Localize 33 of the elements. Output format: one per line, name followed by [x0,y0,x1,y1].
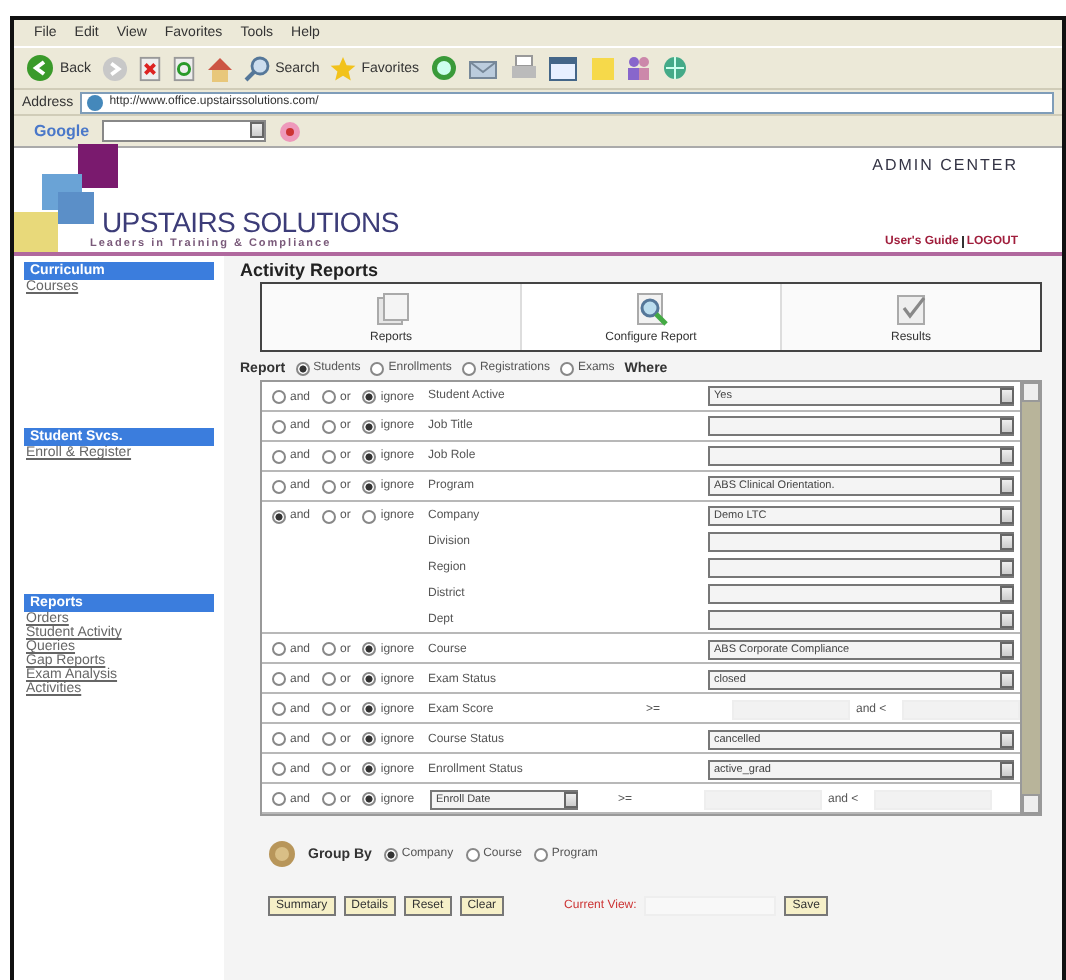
filter-dropdown[interactable] [708,558,1014,579]
document-icon [373,291,409,327]
logo-text: UPSTAIRS SOLUTIONS [102,206,399,238]
coin-icon [268,840,296,868]
filter-dropdown[interactable] [708,446,1014,467]
stop-icon[interactable] [137,55,162,81]
filter-dropdown[interactable] [708,584,1014,605]
search-icon [243,55,270,81]
checklist-icon [893,291,929,327]
mail-icon[interactable] [467,55,500,81]
scrollbar[interactable] [1020,382,1040,814]
range-end-field[interactable] [874,789,992,810]
google-label: Google [34,122,90,140]
people-icon[interactable] [625,54,652,82]
range-start-field[interactable] [704,789,822,810]
range-start-field[interactable] [732,699,850,720]
globe-icon[interactable] [661,54,688,82]
magnifier-icon [633,291,669,327]
popup-blocker-icon[interactable] [277,119,302,143]
window-icon[interactable] [547,55,580,81]
history-icon[interactable] [429,54,458,82]
refresh-icon[interactable] [171,55,196,81]
filter-dropdown[interactable] [708,532,1014,553]
print-icon[interactable] [509,54,538,82]
range-end-field[interactable] [902,699,1020,720]
star-icon [329,55,356,81]
page-heading: ADMIN CENTER [872,156,1018,174]
filter-dropdown[interactable] [708,416,1014,437]
page-icon [85,93,104,111]
home-icon[interactable] [205,55,234,81]
filter-dropdown[interactable] [708,609,1014,630]
google-search-field[interactable] [101,120,266,142]
page-title: Activity Reports [240,258,381,282]
